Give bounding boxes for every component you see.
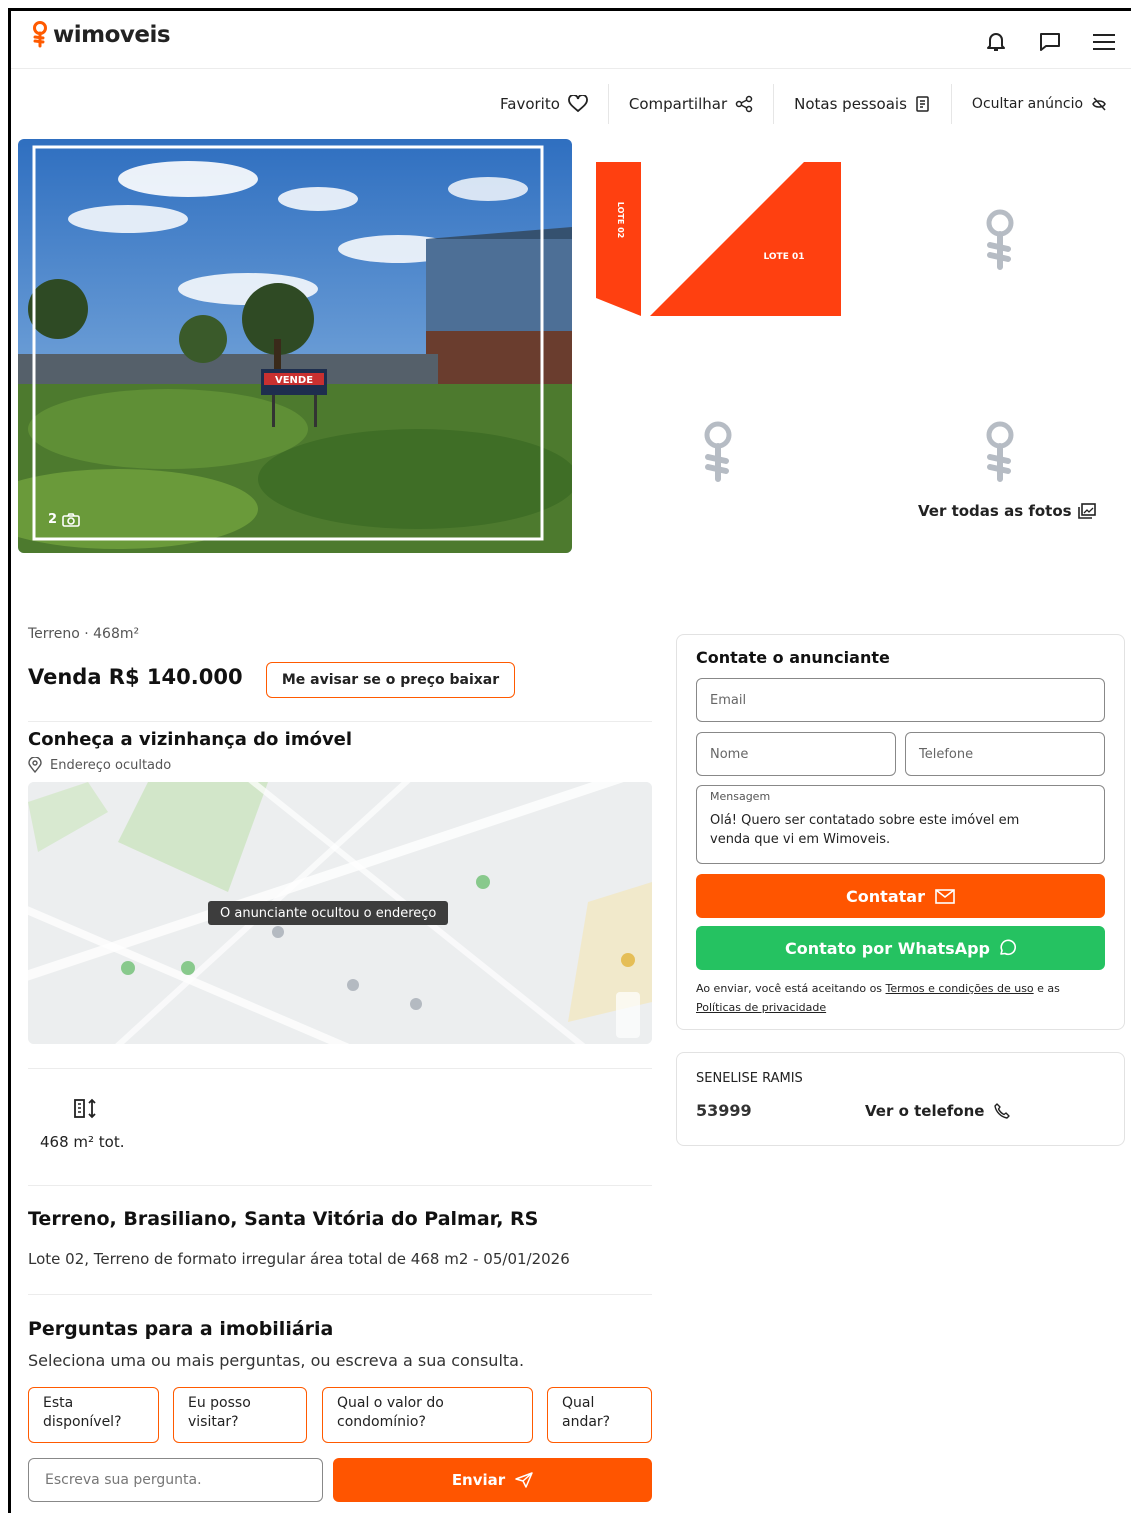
map-hidden-address-label: O anunciante ocultou o endereço (208, 901, 449, 925)
logo-text: wimoveis (53, 22, 171, 48)
message-label: Mensagem (710, 790, 771, 803)
lot-plan-image: LOTE 02 LOTE 01 (596, 162, 841, 316)
favorite-button[interactable]: Favorito (480, 84, 609, 124)
share-icon (735, 95, 753, 113)
sign-text: VENDE (275, 375, 313, 386)
total-area: 468 m² tot. (40, 1133, 125, 1151)
key-placeholder-icon (986, 209, 1014, 270)
see-phone-button[interactable]: Ver o telefone (865, 1102, 1011, 1120)
notes-icon (916, 96, 929, 112)
chip-line: andar? (562, 1414, 611, 1430)
address-hidden-text: Endereço ocultado (50, 757, 172, 773)
favorite-label: Favorito (500, 95, 560, 113)
gallery-icon (1077, 503, 1096, 519)
see-phone-label: Ver o telefone (865, 1102, 985, 1120)
contact-button[interactable]: Contatar (696, 874, 1105, 918)
share-label: Compartilhar (628, 95, 728, 113)
phone-field[interactable]: Telefone (905, 732, 1105, 776)
chat-icon[interactable] (1037, 29, 1063, 55)
chip-line: Esta (43, 1395, 74, 1411)
key-placeholder-icon (704, 421, 732, 482)
lote-02-label: LOTE 02 (616, 202, 625, 238)
listing-description: Lote 02, Terreno de formato irregular ár… (28, 1250, 570, 1268)
camera-icon (62, 512, 80, 527)
location-pin-icon (28, 757, 42, 773)
advertiser-card: SENELISE RAMIS 53999 Ver o telefone (676, 1052, 1125, 1146)
area-feature-icon (74, 1098, 100, 1124)
logo[interactable]: wimoveis (31, 21, 171, 49)
terms-link[interactable]: Termos e condições de uso (886, 982, 1034, 995)
whatsapp-button-label: Contato por WhatsApp (785, 938, 990, 958)
key-placeholder-icon (986, 421, 1014, 482)
thumb-placeholder-2[interactable] (678, 412, 758, 492)
bell-icon[interactable] (983, 29, 1009, 55)
partial-phone: 53999 (696, 1101, 752, 1120)
phone-icon (994, 1103, 1011, 1119)
whatsapp-icon (1000, 939, 1016, 956)
hide-label: Ocultar anúncio (971, 96, 1084, 112)
heart-icon (567, 95, 588, 113)
whatsapp-button[interactable]: Contato por WhatsApp (696, 926, 1105, 970)
message-value: Olá! Quero ser contatado sobre este imóv… (710, 813, 1020, 847)
see-all-photos-label: Ver todas as fotos (918, 502, 1072, 520)
chip-line: disponível? (43, 1414, 122, 1430)
message-field[interactable]: Mensagem Olá! Quero ser contatado sobre … (696, 785, 1105, 864)
questions-title: Perguntas para a imobiliária (28, 1318, 334, 1340)
price-alert-button[interactable]: Me avisar se o preço baixar (266, 662, 515, 698)
thumb-placeholder-3[interactable] (960, 412, 1040, 492)
listing-actions: Favorito Compartilhar Notas pessoais Ocu… (480, 84, 1107, 124)
chip-line: Qual (562, 1395, 595, 1411)
thumb-lote-plan[interactable]: LOTE 02 LOTE 01 (594, 160, 844, 320)
send-icon (515, 1472, 533, 1488)
name-field[interactable]: Nome (696, 732, 896, 776)
send-label: Enviar (451, 1471, 506, 1489)
divider (28, 721, 652, 722)
question-chip-visit[interactable]: Eu posso visitar? (173, 1387, 307, 1443)
photo-count: 2 (48, 512, 58, 527)
advertiser-name: SENELISE RAMIS (696, 1071, 803, 1086)
question-input[interactable]: Escreva sua pergunta. (28, 1458, 323, 1502)
chip-line: condomínio? (337, 1414, 426, 1430)
thumb-placeholder-1[interactable] (960, 200, 1040, 280)
menu-icon[interactable] (1091, 29, 1117, 55)
main-photo[interactable]: VENDE (18, 139, 572, 553)
photo-count-badge: 2 (48, 512, 80, 527)
send-question-button[interactable]: Enviar (333, 1458, 652, 1502)
question-chip-floor[interactable]: Qual andar? (547, 1387, 652, 1443)
divider (28, 1185, 652, 1186)
neighborhood-title: Conheça a vizinhança do imóvel (28, 729, 353, 750)
contact-card: Contate o anunciante Email Nome Telefone… (676, 634, 1125, 1030)
lote-01-label: LOTE 01 (763, 252, 804, 262)
terms-middle: e as (1033, 982, 1060, 995)
questions-subtitle: Seleciona uma ou mais perguntas, ou escr… (28, 1351, 525, 1370)
contact-title: Contate o anunciante (696, 648, 890, 667)
terms-text: Ao enviar, você está aceitando os Termos… (696, 979, 1116, 1017)
listing-price: Venda R$ 140.000 (28, 665, 243, 689)
personal-notes-button[interactable]: Notas pessoais (774, 84, 952, 124)
notes-label: Notas pessoais (794, 95, 907, 113)
chip-line: Eu posso (188, 1395, 251, 1411)
divider (28, 1294, 652, 1295)
hide-icon (1092, 97, 1106, 111)
terms-prefix: Ao enviar, você está aceitando os (696, 982, 886, 995)
listing-meta: Terreno · 468m² (28, 626, 140, 642)
see-all-photos-link[interactable]: Ver todas as fotos (918, 502, 1096, 520)
mail-icon (935, 888, 955, 904)
chip-line: Qual o valor do (337, 1395, 444, 1411)
share-button[interactable]: Compartilhar (609, 84, 775, 124)
property-photo: VENDE (18, 139, 572, 553)
question-chip-available[interactable]: Esta disponível? (28, 1387, 159, 1443)
divider (28, 1068, 652, 1069)
listing-title: Terreno, Brasiliano, Santa Vitória do Pa… (28, 1208, 539, 1230)
question-chip-condo[interactable]: Qual o valor do condomínio? (322, 1387, 533, 1443)
contact-button-label: Contatar (846, 886, 925, 906)
email-field[interactable]: Email (696, 678, 1105, 722)
privacy-link[interactable]: Políticas de privacidade (696, 1001, 826, 1014)
address-row: Endereço ocultado (28, 757, 171, 773)
top-header: wimoveis (11, 11, 1131, 69)
hide-listing-button[interactable]: Ocultar anúncio (952, 84, 1107, 124)
chip-line: visitar? (188, 1414, 239, 1430)
key-logo-icon (33, 21, 47, 48)
